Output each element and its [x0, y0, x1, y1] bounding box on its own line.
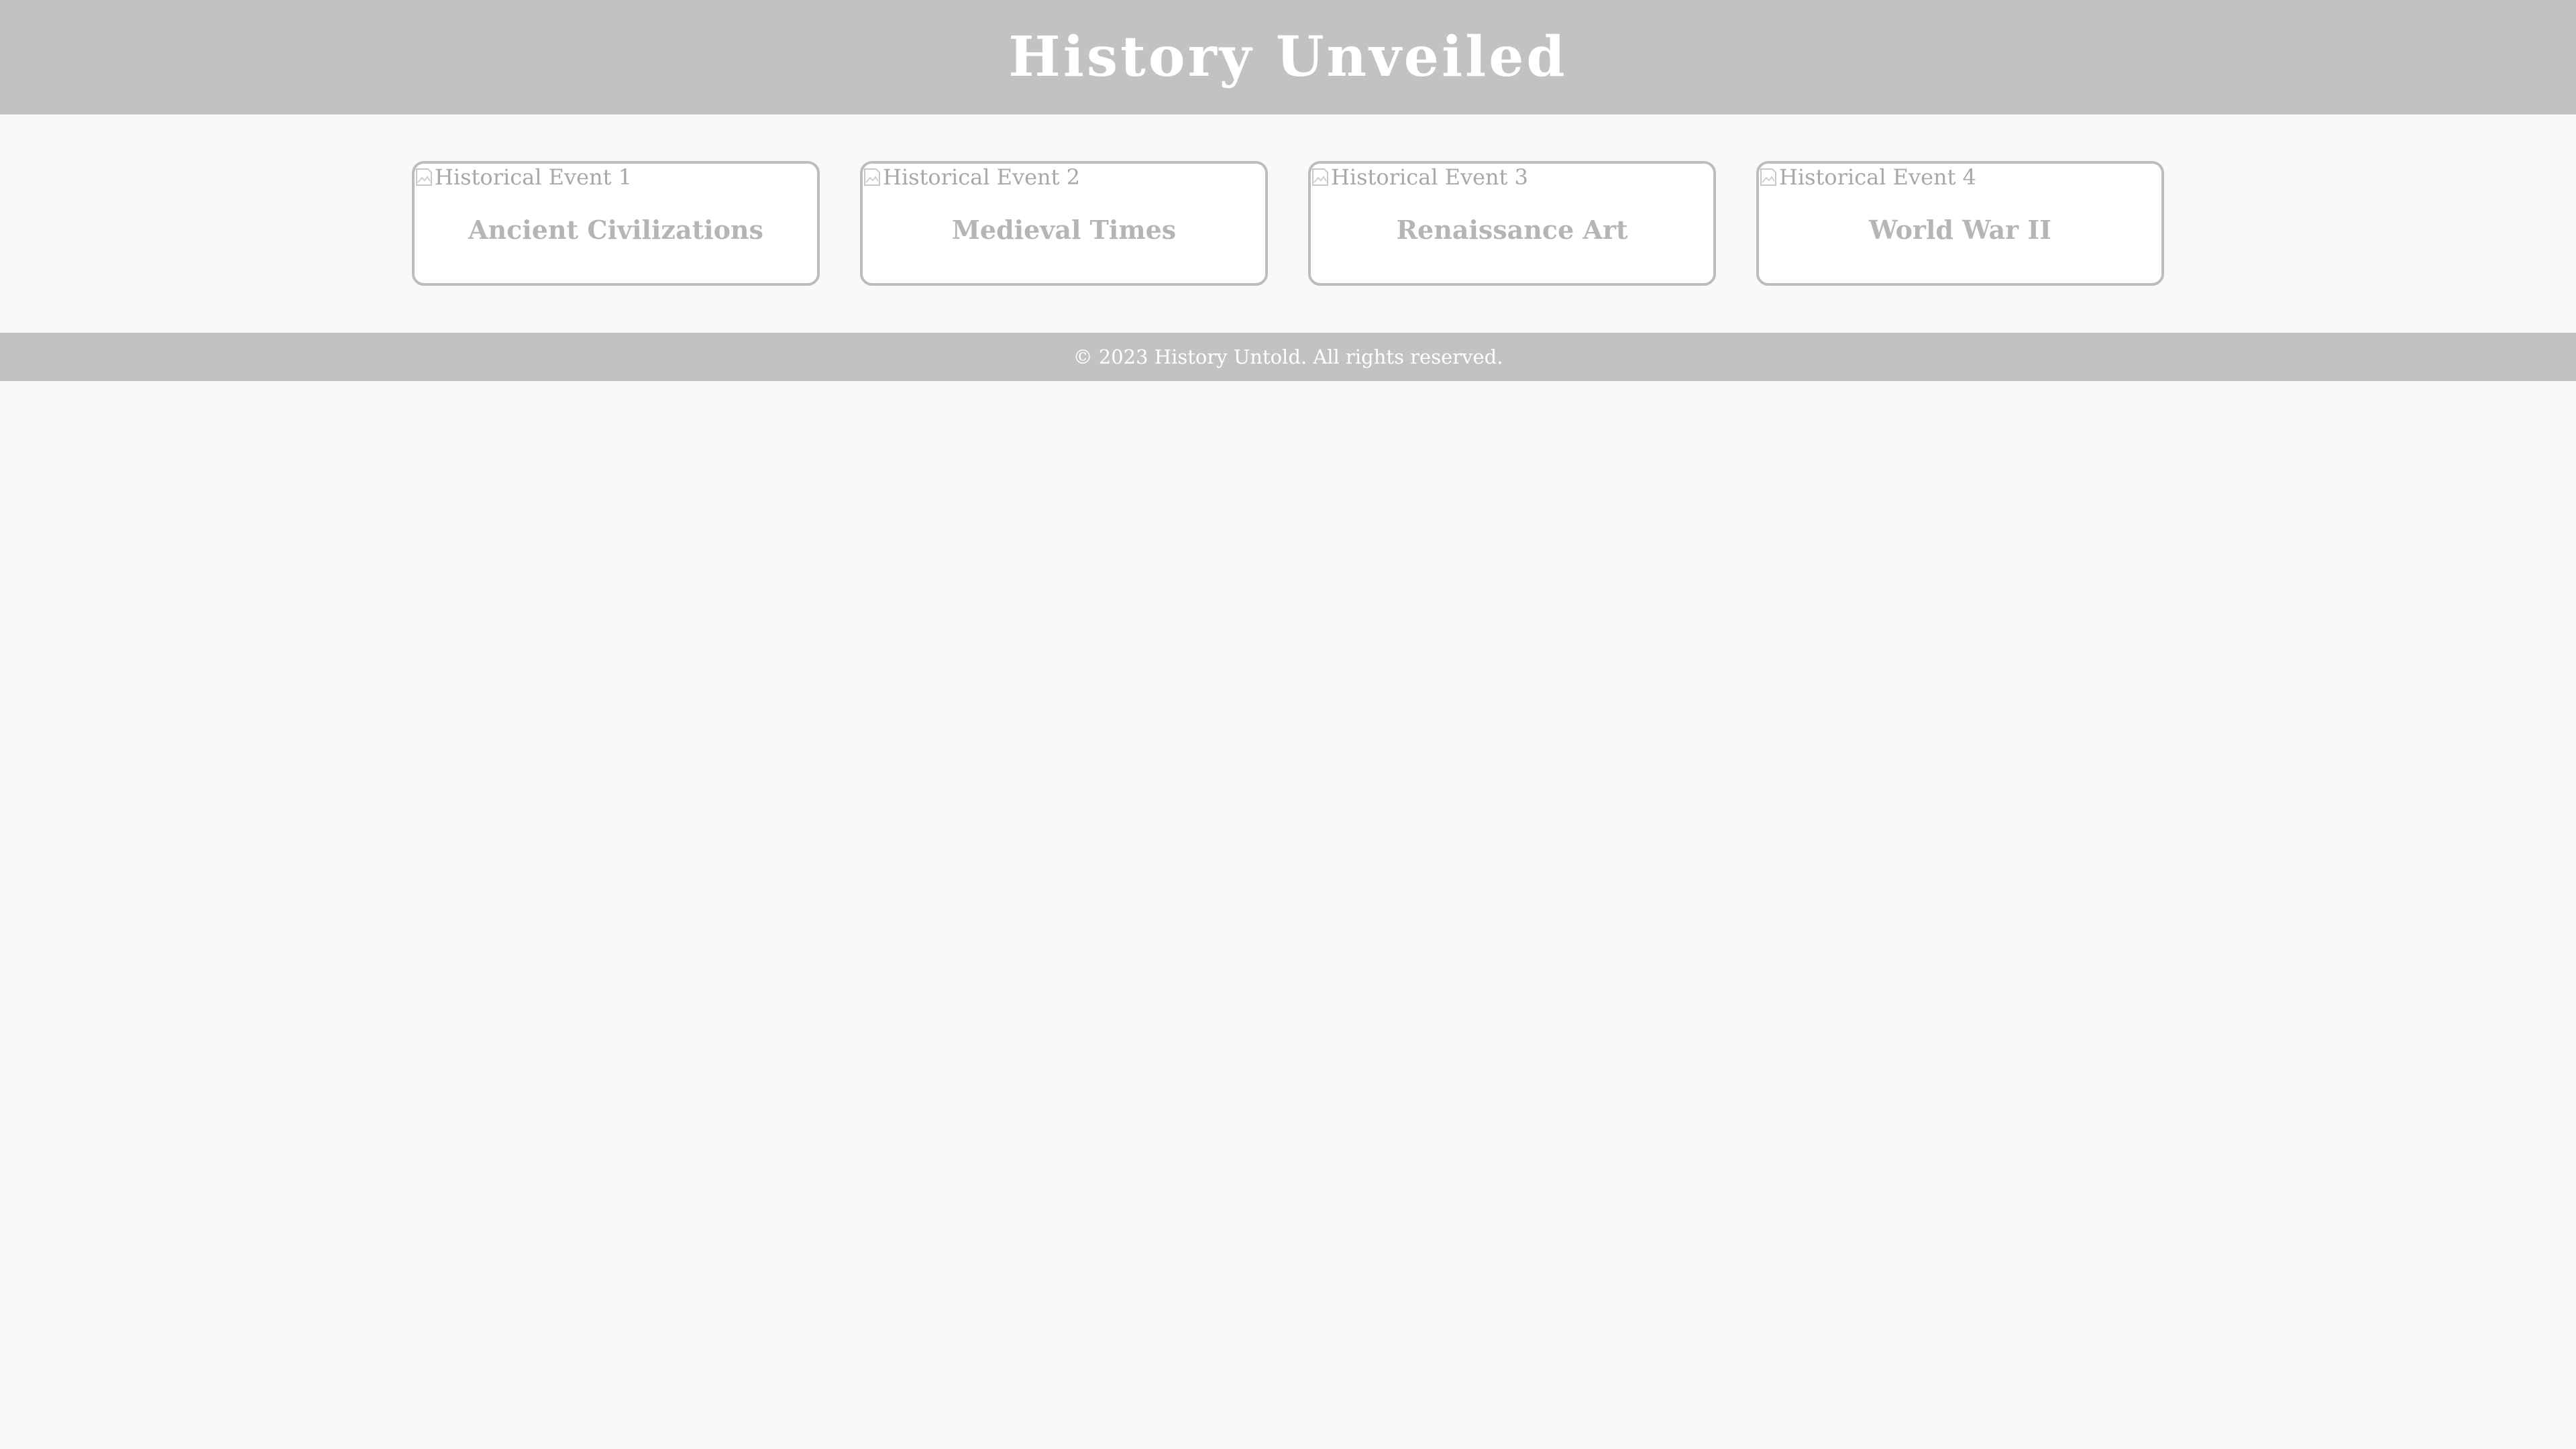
card-image: Historical Event 3: [1311, 164, 1528, 191]
card-title: World War II: [1869, 215, 2051, 245]
event-card-4[interactable]: Historical Event 4 World War II: [1756, 161, 2164, 286]
card-image-alt: Historical Event 4: [1779, 164, 1976, 190]
card-image-alt: Historical Event 3: [1331, 164, 1528, 190]
broken-image-icon: [864, 168, 880, 186]
broken-image-icon: [416, 168, 432, 186]
copyright-text: © 2023 History Untold. All rights reserv…: [1073, 345, 1503, 368]
card-image-alt: Historical Event 1: [435, 164, 632, 190]
event-cards: Historical Event 1 Ancient Civilizations…: [0, 115, 2576, 333]
card-image-alt: Historical Event 2: [883, 164, 1080, 190]
broken-image-icon: [1760, 168, 1776, 186]
card-title: Renaissance Art: [1396, 215, 1628, 245]
site-header: History Unveiled: [0, 0, 2576, 115]
card-image: Historical Event 4: [1759, 164, 1976, 191]
card-image: Historical Event 2: [863, 164, 1080, 191]
broken-image-icon: [1312, 168, 1328, 186]
site-footer: © 2023 History Untold. All rights reserv…: [0, 333, 2576, 381]
site-title: History Unveiled: [1008, 25, 1568, 89]
event-card-1[interactable]: Historical Event 1 Ancient Civilizations: [412, 161, 820, 286]
event-card-3[interactable]: Historical Event 3 Renaissance Art: [1308, 161, 1716, 286]
event-card-2[interactable]: Historical Event 2 Medieval Times: [860, 161, 1268, 286]
card-image: Historical Event 1: [415, 164, 632, 191]
card-title: Ancient Civilizations: [468, 215, 763, 245]
card-title: Medieval Times: [951, 215, 1177, 245]
